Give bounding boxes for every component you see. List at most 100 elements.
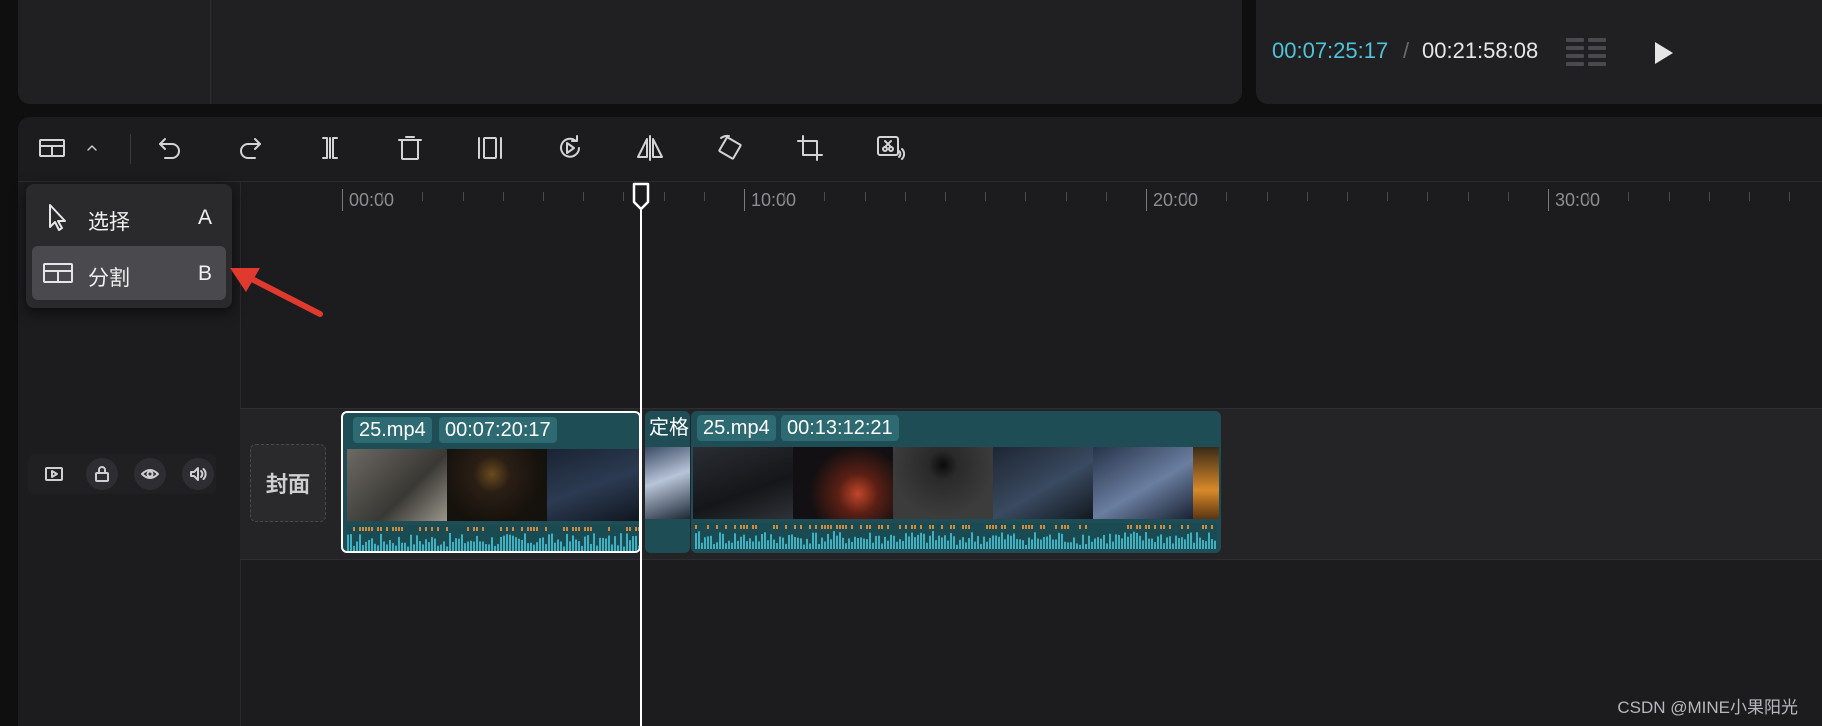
ruler-tick [1347, 192, 1348, 201]
ruler-tick [342, 189, 343, 211]
clip-thumbnail [893, 447, 993, 519]
ruler-tick [1468, 192, 1469, 201]
toolbar-divider [130, 134, 131, 164]
undo-icon[interactable] [152, 130, 188, 166]
ruler-tick [905, 192, 906, 201]
total-timecode: 00:21:58:08 [1422, 38, 1539, 63]
ruler-tick [1427, 192, 1428, 201]
play-icon[interactable] [1652, 40, 1676, 66]
ruler-tick [1749, 192, 1750, 201]
ruler-tick [422, 192, 423, 201]
clip-thumbnails [693, 447, 1219, 519]
smart-cut-icon[interactable] [872, 130, 908, 166]
video-track-icon[interactable] [38, 458, 70, 490]
ruler-tick [583, 192, 584, 201]
ruler-tick [945, 192, 946, 201]
clip-thumbnail [793, 447, 893, 519]
ruler-tick [784, 192, 785, 201]
cover-button[interactable]: 封面 [250, 444, 326, 522]
playhead[interactable] [640, 184, 642, 726]
clip-duration: 00:13:12:21 [781, 415, 899, 441]
annotation-arrow-icon [226, 260, 326, 324]
clip-thumbnail [547, 449, 639, 521]
ruler-tick [1669, 192, 1670, 201]
timecode-separator: / [1403, 38, 1410, 63]
split-mode-icon[interactable] [34, 130, 70, 166]
clip[interactable]: 定格 [645, 411, 690, 553]
rotate-icon[interactable] [712, 130, 748, 166]
ruler-tick [623, 192, 624, 201]
clip-name: 定格 [649, 417, 689, 439]
menu-item-shortcut: A [197, 206, 212, 229]
clip[interactable]: 25.mp4 00:07:20:17 [341, 411, 641, 553]
watermark: CSDN @MINE小果阳光 [1617, 698, 1798, 717]
delete-icon[interactable] [392, 130, 428, 166]
ruler-tick [664, 192, 665, 201]
ruler-tick [1709, 192, 1710, 201]
menu-item-label: 选择 [88, 211, 130, 234]
ruler-tick [985, 192, 986, 201]
clip[interactable]: 25.mp4 00:13:12:21 [691, 411, 1221, 553]
ruler-tick [1066, 192, 1067, 201]
ruler-tick [704, 192, 705, 201]
freeze-frame-icon[interactable] [472, 130, 508, 166]
ruler-tick [1789, 192, 1790, 201]
clip-name: 25.mp4 [697, 415, 776, 441]
ruler-tick [503, 192, 504, 201]
split-clip-icon[interactable] [312, 130, 348, 166]
ruler-tick [543, 192, 544, 201]
chevron-up-icon[interactable] [80, 130, 104, 166]
ruler-label: 20:00 [1153, 190, 1199, 210]
ruler-tick [1226, 192, 1227, 201]
ruler-tick [744, 189, 745, 211]
reverse-icon[interactable] [552, 130, 588, 166]
clip-thumbnail [993, 447, 1093, 519]
ruler-tick [1548, 189, 1549, 211]
ruler-tick [824, 192, 825, 201]
ruler-tick [1387, 192, 1388, 201]
clip-duration: 00:07:20:17 [439, 417, 557, 443]
eye-icon[interactable] [134, 458, 166, 490]
timeline-toolbar [18, 117, 1822, 182]
list-view-icon[interactable] [1566, 36, 1610, 68]
audio-waveform [347, 525, 639, 551]
clip-thumbnail [347, 449, 447, 521]
ruler-tick [1588, 192, 1589, 201]
clip-thumbnails [645, 447, 690, 519]
playhead-handle[interactable] [630, 182, 652, 212]
clip-thumbnail [1193, 447, 1219, 519]
ruler-tick [1508, 192, 1509, 201]
ruler-tick [463, 192, 464, 201]
clip-thumbnail [447, 449, 547, 521]
ruler-label: 00:00 [349, 190, 395, 210]
split-mode-icon [42, 258, 74, 288]
panel-divider [210, 0, 211, 104]
ruler-label: 10:00 [751, 190, 797, 210]
clip-thumbnail [645, 447, 690, 519]
menu-item-select[interactable]: 选择 A [32, 190, 226, 244]
clip-thumbnail [693, 447, 793, 519]
menu-item-split[interactable]: 分割 B [32, 246, 226, 300]
mirror-icon[interactable] [632, 130, 668, 166]
clip-thumbnail [1093, 447, 1193, 519]
menu-item-label: 分割 [88, 267, 130, 290]
ruler-tick [865, 192, 866, 201]
clip-thumbnails [347, 449, 639, 521]
ruler-tick [1267, 192, 1268, 201]
ruler-tick [1307, 192, 1308, 201]
ruler-tick [382, 192, 383, 201]
ruler-tick [1146, 189, 1147, 211]
redo-icon[interactable] [232, 130, 268, 166]
ruler-label: 30:00 [1555, 190, 1601, 210]
ruler-tick [1106, 192, 1107, 201]
current-timecode: 00:07:25:17 [1272, 38, 1389, 63]
ruler-tick [1628, 192, 1629, 201]
ruler-tick [1025, 192, 1026, 201]
menu-item-shortcut: B [197, 262, 212, 285]
volume-icon[interactable] [182, 458, 214, 490]
crop-icon[interactable] [792, 130, 828, 166]
lock-icon[interactable] [86, 458, 118, 490]
ruler-tick [1186, 192, 1187, 201]
audio-waveform [695, 523, 1217, 549]
media-panel [18, 0, 1242, 104]
